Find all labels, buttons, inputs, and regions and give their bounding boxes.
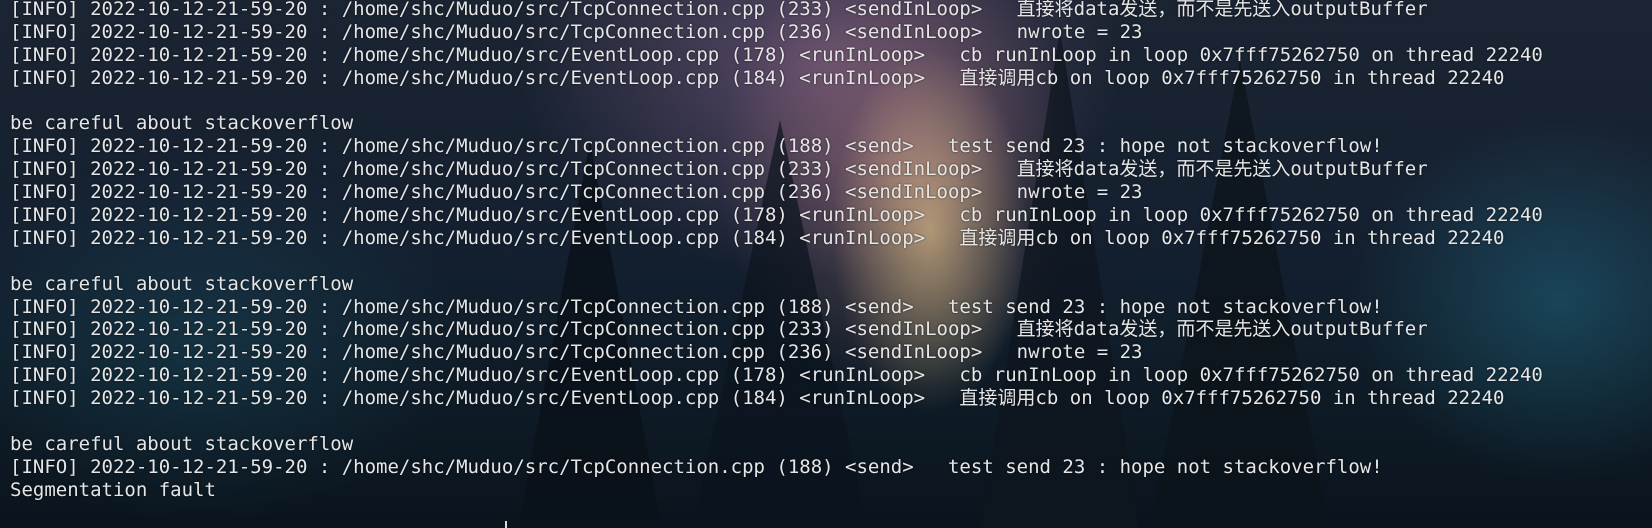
- terminal-line: [INFO] 2022-10-12-21-59-20 : /home/shc/M…: [10, 0, 1428, 20]
- terminal-line: [INFO] 2022-10-12-21-59-20 : /home/shc/M…: [10, 66, 1505, 89]
- terminal-line: be careful about stackoverflow: [10, 112, 354, 135]
- terminal-line: [INFO] 2022-10-12-21-59-20 : /home/shc/M…: [10, 181, 1143, 204]
- terminal-line: [INFO] 2022-10-12-21-59-20 : /home/shc/M…: [10, 295, 1383, 318]
- terminal-cursor: [505, 521, 507, 528]
- terminal-line: [INFO] 2022-10-12-21-59-20 : /home/shc/M…: [10, 318, 1428, 341]
- terminal-line: [INFO] 2022-10-12-21-59-20 : /home/shc/M…: [10, 204, 1543, 227]
- terminal-line: [INFO] 2022-10-12-21-59-20 : /home/shc/M…: [10, 20, 1143, 43]
- terminal-line: [INFO] 2022-10-12-21-59-20 : /home/shc/M…: [10, 341, 1143, 364]
- terminal-line: [INFO] 2022-10-12-21-59-20 : /home/shc/M…: [10, 364, 1543, 387]
- terminal-line: be careful about stackoverflow: [10, 432, 354, 455]
- terminal-line: be careful about stackoverflow: [10, 272, 354, 295]
- terminal-line: [INFO] 2022-10-12-21-59-20 : /home/shc/M…: [10, 387, 1505, 410]
- terminal-line: [INFO] 2022-10-12-21-59-20 : /home/shc/M…: [10, 158, 1428, 181]
- terminal-line: [INFO] 2022-10-12-21-59-20 : /home/shc/M…: [10, 135, 1383, 158]
- terminal-output[interactable]: [INFO] 2022-10-12-21-59-20 : /home/shc/M…: [10, 0, 1543, 502]
- terminal-line: [INFO] 2022-10-12-21-59-20 : /home/shc/M…: [10, 43, 1543, 66]
- terminal-line: Segmentation fault: [10, 478, 216, 501]
- terminal-line: [INFO] 2022-10-12-21-59-20 : /home/shc/M…: [10, 226, 1505, 249]
- terminal-window[interactable]: [INFO] 2022-10-12-21-59-20 : /home/shc/M…: [0, 0, 1652, 528]
- terminal-line: [INFO] 2022-10-12-21-59-20 : /home/shc/M…: [10, 455, 1383, 478]
